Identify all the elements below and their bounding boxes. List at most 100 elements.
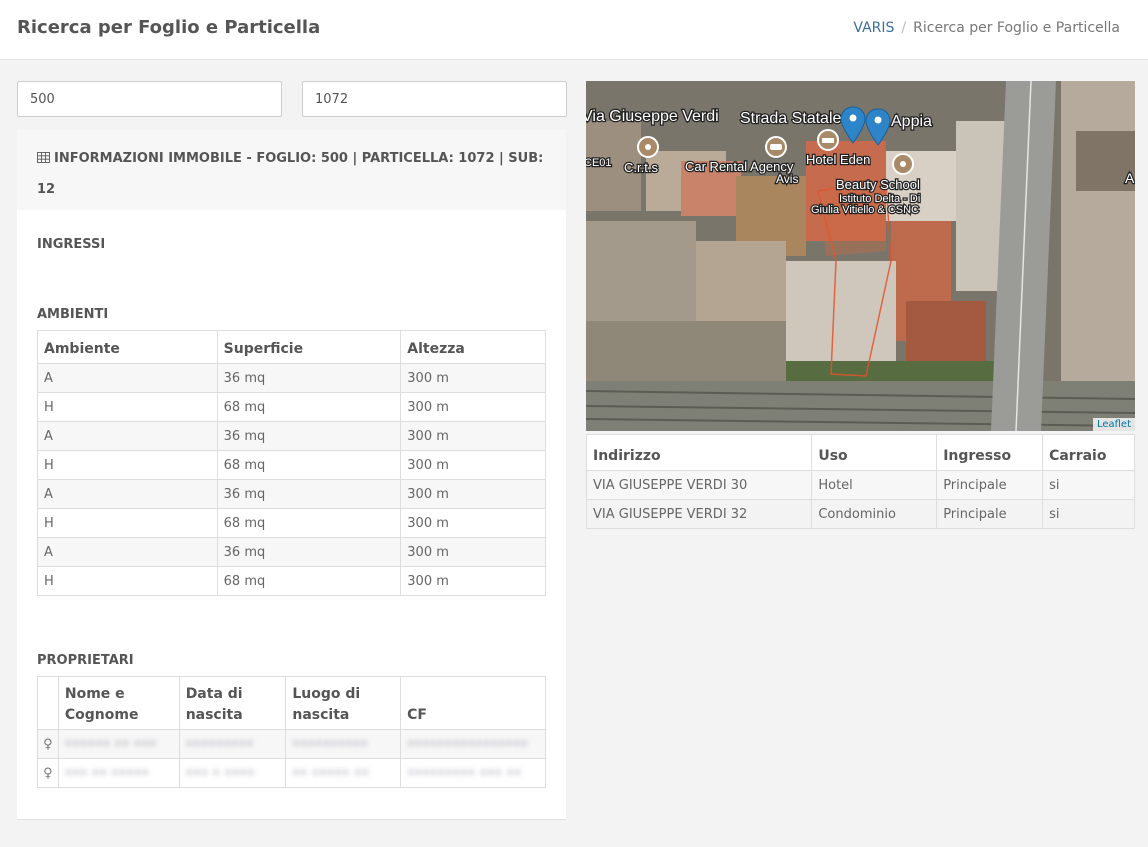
breadcrumb-current: Ricerca per Foglio e Particella (913, 20, 1120, 36)
proprietari-column-header: Luogo di nascita (285, 676, 402, 730)
map-label-beauty-school: Beauty School (836, 177, 920, 192)
table-row: ♀ •••••• •• ••• ••••••••• •••••••••• •••••••… (37, 729, 546, 759)
map-attribution-link[interactable]: Leaflet (1092, 418, 1135, 431)
table-row: ♀ ••• •• ••••• ••• • •••• •• ••••• •• ••••••… (37, 758, 546, 788)
map-label-strada-statale: Strada Statale (740, 110, 842, 127)
table-cell: ••••••••• ••• •• (400, 758, 546, 788)
map-label-edge-right: A (1125, 170, 1135, 186)
ambienti-table: Ambiente Superficie Altezza A 36 mq 300 m H 68… (37, 330, 546, 596)
breadcrumb-separator: / (901, 20, 907, 36)
table-cell: VIA GIUSEPPE VERDI 30 (585, 470, 813, 500)
redacted-name: •••••• •• ••• (64, 736, 157, 751)
table-cell: 300 m (400, 363, 546, 393)
map-label-appia: Appia (891, 113, 932, 130)
table-cell: Principale (936, 499, 1044, 529)
map-label-edge-left: CE01 (586, 157, 612, 169)
table-cell: A (37, 363, 218, 393)
table-cell: A (37, 421, 218, 451)
redacted-cf: ••••••••• ••• •• (407, 765, 522, 780)
table-row: A 36 mq 300 m (37, 363, 546, 393)
redacted-birth-date: ••••••••• (185, 736, 254, 751)
map-label-avis: Avis (776, 172, 798, 186)
map-label-via-giuseppe-verdi: Via Giuseppe Verdi (586, 108, 719, 125)
redacted-birth-date: ••• • •••• (185, 765, 255, 780)
table-header-row: Indirizzo Uso Ingresso Carraio (585, 434, 1135, 471)
table-row: H 68 mq 300 m (37, 392, 546, 422)
table-cell: 300 m (400, 392, 546, 422)
table-row: VIA GIUSEPPE VERDI 32 Condominio Principal… (585, 499, 1135, 529)
table-row: H 68 mq 300 m (37, 566, 546, 596)
ambienti-title: AMBIENTI (37, 307, 109, 322)
proprietari-column-header: Nome e Cognome (57, 676, 180, 730)
redacted-birth-place: •• ••••• •• (292, 765, 370, 780)
panel-heading: INFORMAZIONI IMMOBILE - FOGLIO: 500 | PA… (17, 130, 566, 210)
poi-icon-crts[interactable] (637, 136, 659, 158)
map-label-crts: C.r.t.s (624, 160, 658, 175)
table-cell: 36 mq (216, 363, 402, 393)
proprietari-table: Nome e Cognome Data di nascita Luogo di na… (37, 676, 546, 788)
redacted-name: ••• •• ••••• (64, 765, 150, 780)
table-cell: ••• • •••• (178, 758, 287, 788)
table-header-row: Nome e Cognome Data di nascita Luogo di na… (37, 676, 546, 730)
satellite-map[interactable]: Via Giuseppe Verdi Strada Statale Appia … (586, 81, 1135, 431)
addresses-column-header: Carraio (1042, 434, 1135, 471)
table-cell: Hotel (811, 470, 938, 500)
addresses-column-header: Ingresso (936, 434, 1044, 471)
sex-cell: ♀ (37, 758, 59, 788)
table-cell: 300 m (400, 450, 546, 480)
hotel-icon[interactable] (817, 129, 839, 151)
table-header-row: Ambiente Superficie Altezza (37, 330, 546, 364)
school-icon[interactable] (892, 153, 914, 175)
table-cell: 300 m (400, 566, 546, 596)
table-row: A 36 mq 300 m (37, 537, 546, 567)
addresses-column-header: Indirizzo (585, 434, 813, 471)
table-cell: ••••••••• (178, 729, 287, 759)
table-cell: H (37, 566, 218, 596)
table-cell: •••••• •• ••• (57, 729, 180, 759)
table-cell: 300 m (400, 421, 546, 451)
table-row: H 68 mq 300 m (37, 508, 546, 538)
table-cell: •••••••••••••••• (400, 729, 546, 759)
table-row: H 68 mq 300 m (37, 450, 546, 480)
ingressi-title: INGRESSI (37, 237, 106, 252)
property-info-panel: INFORMAZIONI IMMOBILE - FOGLIO: 500 | PA… (17, 130, 566, 820)
table-cell: 68 mq (216, 508, 402, 538)
table-cell: •• ••••• •• (285, 758, 402, 788)
top-bar: Ricerca per Foglio e Particella VARIS / Ri… (0, 0, 1148, 60)
redacted-birth-place: •••••••••• (292, 736, 369, 751)
table-cell: 68 mq (216, 566, 402, 596)
table-cell: Condominio (811, 499, 938, 529)
addresses-column-header: Uso (811, 434, 938, 471)
table-row: A 36 mq 300 m (37, 479, 546, 509)
table-cell: H (37, 450, 218, 480)
female-icon: ♀ (43, 765, 53, 781)
table-cell: VIA GIUSEPPE VERDI 32 (585, 499, 813, 529)
ambienti-column-header: Altezza (400, 330, 546, 364)
table-cell: 68 mq (216, 392, 402, 422)
map-label-beauty-sub-2: Giulia Vitiello & CSNC (811, 204, 919, 216)
table-cell: A (37, 537, 218, 567)
ambienti-column-header: Ambiente (37, 330, 218, 364)
proprietari-column-header: CF (400, 676, 546, 730)
table-cell: H (37, 392, 218, 422)
table-row: VIA GIUSEPPE VERDI 30 Hotel Principale si (585, 470, 1135, 500)
particella-input[interactable] (302, 81, 567, 117)
map-label-hotel-eden: Hotel Eden (806, 152, 870, 167)
table-icon (37, 145, 50, 175)
table-cell: 36 mq (216, 421, 402, 451)
table-cell: A (37, 479, 218, 509)
sex-cell: ♀ (37, 729, 59, 759)
table-cell: H (37, 508, 218, 538)
redacted-cf: •••••••••••••••• (407, 736, 529, 751)
table-cell: 300 m (400, 508, 546, 538)
breadcrumb-link-varis[interactable]: VARIS (853, 20, 894, 36)
table-cell: 36 mq (216, 479, 402, 509)
car-rental-icon[interactable] (765, 136, 787, 158)
breadcrumb: VARIS / Ricerca per Foglio e Particella (853, 20, 1120, 36)
panel-heading-text: INFORMAZIONI IMMOBILE - FOGLIO: 500 | PA… (37, 151, 544, 197)
foglio-input[interactable] (17, 81, 282, 117)
table-cell: 36 mq (216, 537, 402, 567)
ambienti-column-header: Superficie (216, 330, 402, 364)
female-icon: ♀ (43, 736, 53, 752)
table-cell: 300 m (400, 537, 546, 567)
